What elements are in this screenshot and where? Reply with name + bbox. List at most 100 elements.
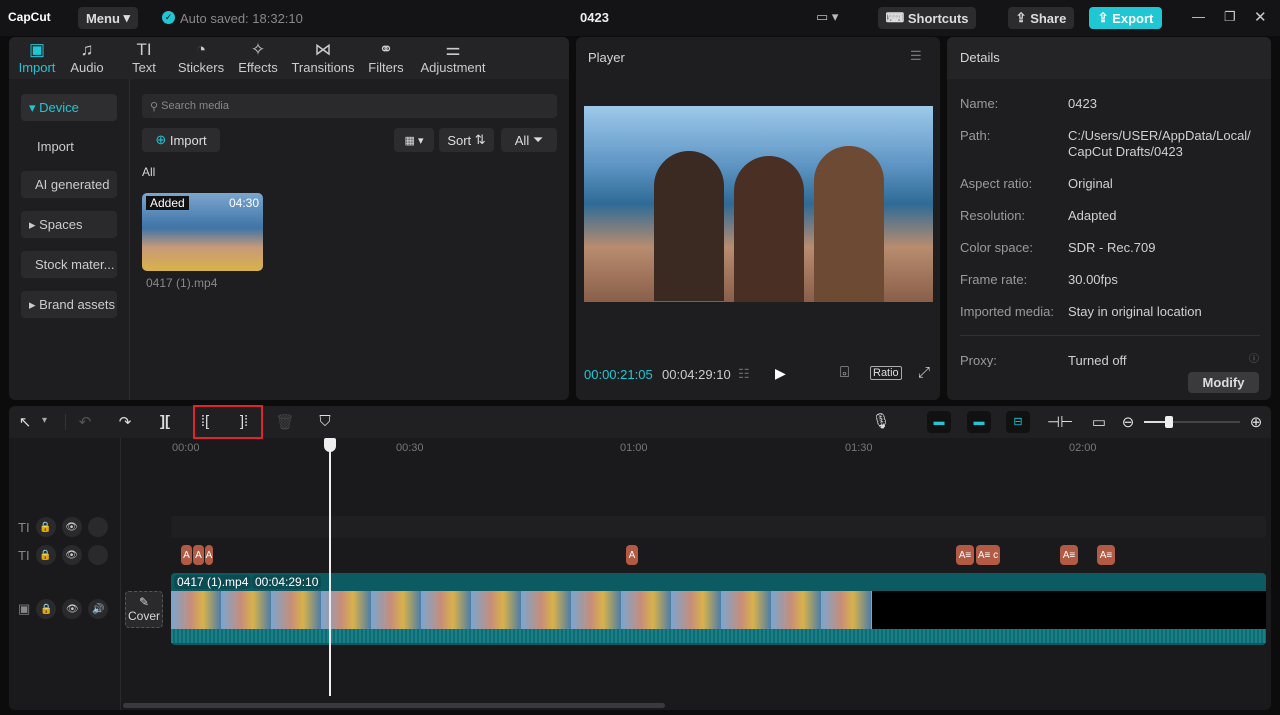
divider — [65, 414, 66, 430]
text-clip[interactable]: A — [626, 545, 638, 565]
tab-audio[interactable]: ♫ Audio — [59, 40, 115, 75]
sidebar-item-ai-generated[interactable]: AI generated — [21, 171, 117, 198]
lock-icon[interactable]: 🔒 — [35, 545, 56, 565]
text-track-1-controls: TI 🔒 👁 — [12, 516, 112, 538]
text-clip[interactable]: A — [193, 545, 204, 565]
zoom-slider[interactable] — [1144, 421, 1240, 423]
zoom-to-fit-icon[interactable]: ▭ — [1088, 413, 1110, 431]
total-time: 00:04:29:10 — [662, 367, 731, 382]
microphone-icon[interactable]: 🎙 — [870, 412, 892, 430]
text-clip[interactable]: A≡ — [1060, 545, 1078, 565]
tab-label: Effects — [238, 60, 278, 75]
menu-button[interactable]: Menu ▾ — [78, 7, 138, 29]
text-clip[interactable]: A≡ c — [976, 545, 1000, 565]
sidebar-item-import[interactable]: Import — [21, 133, 117, 160]
search-input[interactable]: ⚲ Search media — [142, 94, 557, 118]
marker-icon[interactable]: ⛉ — [314, 413, 336, 430]
added-badge: Added — [146, 196, 189, 210]
clip-duration: 04:30 — [228, 196, 259, 210]
auto-snap-icon[interactable]: ▬ — [967, 411, 991, 433]
player-menu-icon[interactable]: ☰ — [910, 48, 922, 64]
import-button[interactable]: ⊕ Import — [142, 128, 220, 152]
export-button[interactable]: ⇪ Export — [1089, 7, 1162, 29]
tick-label: 00:30 — [396, 442, 424, 454]
cover-button[interactable]: ✎ Cover — [125, 591, 163, 628]
undo-icon[interactable]: ↶ — [74, 413, 96, 431]
sidebar-item-device[interactable]: ▾ Device — [21, 94, 117, 121]
detail-value: Stay in original location — [1068, 304, 1202, 319]
sidebar-label: Spaces — [39, 217, 83, 232]
trim-right-icon[interactable]: ]⁞ — [233, 413, 255, 430]
divider — [129, 79, 130, 400]
preview-axis-icon[interactable]: ⊣⊢ — [1047, 413, 1073, 431]
tab-import[interactable]: ▣ Import — [15, 40, 59, 75]
tab-filters[interactable]: ⚭ Filters — [359, 40, 413, 75]
export-icon: ⇪ — [1097, 10, 1113, 25]
maximize-icon[interactable]: ❐ — [1224, 9, 1236, 25]
minimize-icon[interactable]: — — [1192, 9, 1205, 24]
view-toggle[interactable]: ▦ ▾ — [394, 128, 434, 152]
lock-icon[interactable]: 🔒 — [35, 517, 56, 537]
delete-icon[interactable]: 🗑 — [274, 413, 296, 431]
player-title: Player — [588, 50, 625, 65]
help-icon[interactable]: ⓘ — [1249, 350, 1259, 365]
sort-button[interactable]: Sort ⇅ — [439, 128, 494, 152]
zoom-in-icon[interactable]: ⊕ — [1245, 413, 1267, 431]
tab-text[interactable]: TI Text — [115, 40, 173, 75]
search-placeholder: Search media — [161, 100, 229, 112]
text-icon: TI — [136, 40, 152, 59]
video-preview[interactable] — [584, 106, 933, 302]
redo-icon[interactable]: ↷ — [114, 413, 136, 431]
split-icon[interactable]: ][ — [154, 413, 176, 430]
ratio-button[interactable]: Ratio — [870, 366, 902, 380]
tab-adjustment[interactable]: ⚌ Adjustment — [413, 40, 493, 75]
layout-icon[interactable]: ▭ ▾ — [816, 9, 838, 25]
sidebar-item-brand-assets[interactable]: ▸ Brand assets — [21, 291, 117, 318]
playhead[interactable] — [329, 446, 331, 696]
tab-effects[interactable]: ✧ Effects — [229, 40, 287, 75]
tab-stickers[interactable]: ◔ Stickers — [173, 40, 229, 75]
tick-label: 01:00 — [620, 442, 648, 454]
fullscreen-preview-icon[interactable]: ⌻ — [840, 364, 849, 381]
close-icon[interactable]: ✕ — [1254, 8, 1267, 26]
text-clip[interactable]: A — [181, 545, 192, 565]
zoom-slider-handle[interactable] — [1165, 416, 1173, 428]
main-track-magnet-icon[interactable]: ▬ — [927, 411, 951, 433]
text-clip[interactable]: A≡ — [956, 545, 974, 565]
text-track-2-controls: TI 🔒 👁 — [12, 544, 112, 566]
tab-transitions[interactable]: ⋈ Transitions — [287, 40, 359, 75]
share-button[interactable]: ⇪ Share — [1008, 7, 1074, 29]
sidebar-item-stock[interactable]: Stock mater... — [21, 251, 117, 278]
text-track-icon: TI — [18, 519, 30, 535]
video-clip[interactable]: 0417 (1).mp4 00:04:29:10 — [171, 573, 1266, 645]
media-thumbnail[interactable]: Added 04:30 — [142, 193, 263, 271]
chevron-down-icon[interactable]: ▾ — [42, 415, 47, 426]
zoom-out-icon[interactable]: ⊖ — [1117, 413, 1139, 431]
text-clip[interactable]: A — [205, 545, 213, 565]
volume-icon[interactable]: 🔊 — [88, 599, 109, 619]
playhead-handle[interactable] — [324, 438, 336, 452]
eye-icon[interactable]: 👁 — [61, 517, 82, 537]
filter-button[interactable]: All ⏷ — [501, 128, 557, 152]
detail-label: Proxy: — [960, 353, 997, 367]
sidebar-item-spaces[interactable]: ▸ Spaces — [21, 211, 117, 238]
text-clip[interactable]: A≡ — [1097, 545, 1115, 565]
eye-icon[interactable]: 👁 — [61, 545, 82, 565]
timeline-list-icon[interactable]: ☷ — [738, 366, 750, 382]
horizontal-scrollbar[interactable] — [123, 703, 665, 708]
fullscreen-icon[interactable]: ⤢ — [918, 364, 930, 381]
adjustment-icon: ⚌ — [445, 40, 461, 59]
sidebar-label: Import — [37, 139, 74, 154]
lock-icon[interactable]: 🔒 — [36, 599, 57, 619]
detail-label: Resolution: — [960, 208, 1026, 223]
select-tool-icon[interactable]: ↖ — [14, 413, 36, 431]
eye-icon[interactable]: 👁 — [62, 599, 83, 619]
tab-label: Transitions — [291, 60, 355, 75]
trim-left-icon[interactable]: ⁞[ — [194, 413, 216, 430]
shortcuts-button[interactable]: ⌨ Shortcuts — [878, 7, 976, 29]
linkage-icon[interactable]: ⊟ — [1006, 411, 1030, 433]
detail-label: Color space: — [960, 240, 1033, 255]
play-button[interactable]: ▶ — [775, 365, 786, 382]
person-silhouette — [814, 146, 884, 302]
modify-button[interactable]: Modify — [1188, 372, 1259, 393]
